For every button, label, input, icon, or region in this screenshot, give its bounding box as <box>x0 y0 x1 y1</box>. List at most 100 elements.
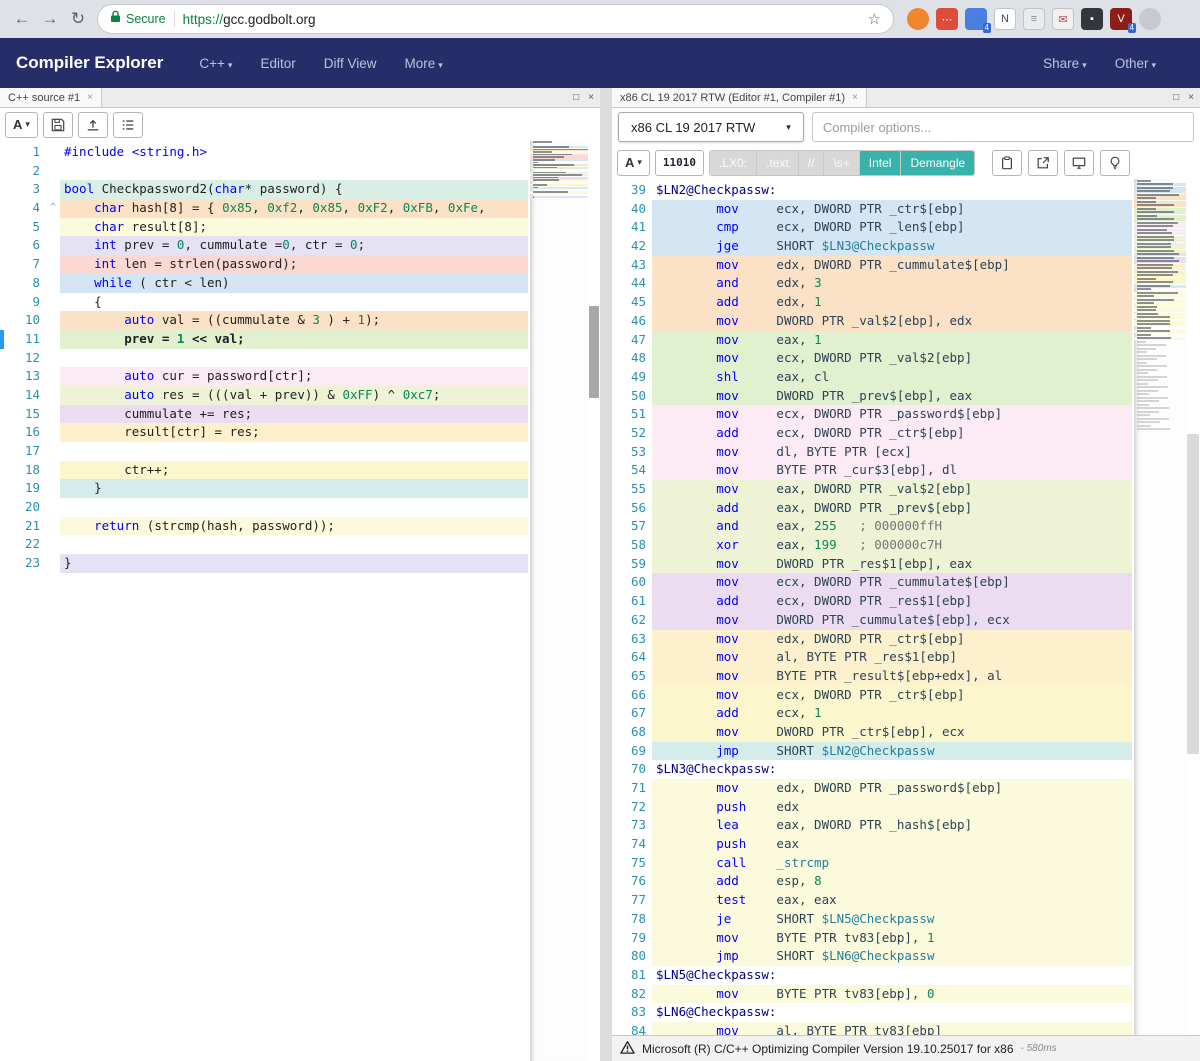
code-line-77[interactable]: 77 test eax, eax <box>612 891 1132 910</box>
extension-icon-6[interactable]: ✉ <box>1052 8 1074 30</box>
code-line-68[interactable]: 68 mov DWORD PTR _ctr$[ebp], ecx <box>612 723 1132 742</box>
filter-whitespace[interactable]: \s+ <box>824 151 859 175</box>
tab-source[interactable]: C++ source #1 × <box>0 88 102 107</box>
source-scrollbar[interactable] <box>588 141 600 1061</box>
extension-icon-3[interactable]: 4 <box>965 8 987 30</box>
font-size-button[interactable]: A▾ <box>617 150 650 176</box>
code-line-22[interactable]: 22 <box>0 535 528 554</box>
asm-scrollbar[interactable] <box>1186 179 1200 1035</box>
code-line-8[interactable]: 8 while ( ctr < len) <box>0 274 528 293</box>
code-line-56[interactable]: 56 add eax, DWORD PTR _prev$[ebp] <box>612 499 1132 518</box>
nav-editor[interactable]: Editor <box>260 56 295 71</box>
extension-icon-7[interactable]: ▪ <box>1081 8 1103 30</box>
output-button[interactable] <box>1064 150 1094 176</box>
back-button[interactable]: ← <box>8 5 36 33</box>
code-line-65[interactable]: 65 mov BYTE PTR _result$[ebp+edx], al <box>612 667 1132 686</box>
code-line-17[interactable]: 17 <box>0 442 528 461</box>
code-line-78[interactable]: 78 je SHORT $LN5@Checkpassw <box>612 910 1132 929</box>
code-line-70[interactable]: 70$LN3@Checkpassw: <box>612 760 1132 779</box>
code-line-54[interactable]: 54 mov BYTE PTR _cur$3[ebp], dl <box>612 461 1132 480</box>
code-line-46[interactable]: 46 mov DWORD PTR _val$2[ebp], edx <box>612 312 1132 331</box>
code-line-21[interactable]: 21 return (strcmp(hash, password)); <box>0 517 528 536</box>
filter-demangle[interactable]: Demangle <box>901 151 974 175</box>
code-line-75[interactable]: 75 call _strcmp <box>612 854 1132 873</box>
code-line-80[interactable]: 80 jmp SHORT $LN6@Checkpassw <box>612 947 1132 966</box>
tips-button[interactable] <box>1100 150 1130 176</box>
code-line-72[interactable]: 72 push edx <box>612 798 1132 817</box>
code-line-7[interactable]: 7 int len = strlen(password); <box>0 255 528 274</box>
code-line-73[interactable]: 73 lea eax, DWORD PTR _hash$[ebp] <box>612 816 1132 835</box>
tab-compiler[interactable]: x86 CL 19 2017 RTW (Editor #1, Compiler … <box>612 88 867 107</box>
code-line-5[interactable]: 5 char result[8]; <box>0 218 528 237</box>
code-line-63[interactable]: 63 mov edx, DWORD PTR _ctr$[ebp] <box>612 630 1132 649</box>
pane-splitter[interactable] <box>600 88 612 1061</box>
nav-share-menu[interactable]: Share▾ <box>1043 56 1087 71</box>
code-line-40[interactable]: 40 mov ecx, DWORD PTR _ctr$[ebp] <box>612 200 1132 219</box>
save-button[interactable] <box>43 112 73 138</box>
code-line-19[interactable]: 19 } <box>0 479 528 498</box>
clipboard-button[interactable] <box>992 150 1022 176</box>
code-line-42[interactable]: 42 jge SHORT $LN3@Checkpassw <box>612 237 1132 256</box>
compiler-options-input[interactable] <box>812 112 1194 142</box>
font-size-button[interactable]: A▾ <box>5 112 38 138</box>
code-line-64[interactable]: 64 mov al, BYTE PTR _res$1[ebp] <box>612 648 1132 667</box>
nav-diff-view[interactable]: Diff View <box>324 56 377 71</box>
source-minimap[interactable] <box>530 141 588 1061</box>
extension-icon-1[interactable] <box>907 8 929 30</box>
code-line-18[interactable]: 18 ctr++; <box>0 461 528 480</box>
code-line-50[interactable]: 50 mov DWORD PTR _prev$[ebp], eax <box>612 387 1132 406</box>
compiler-select[interactable]: x86 CL 19 2017 RTW ▾ <box>618 112 804 142</box>
extension-icon-9[interactable] <box>1139 8 1161 30</box>
code-line-62[interactable]: 62 mov DWORD PTR _cummulate$[ebp], ecx <box>612 611 1132 630</box>
code-line-41[interactable]: 41 cmp ecx, DWORD PTR _len$[ebp] <box>612 218 1132 237</box>
code-line-55[interactable]: 55 mov eax, DWORD PTR _val$2[ebp] <box>612 480 1132 499</box>
bookmark-star-icon[interactable]: ☆ <box>868 10 881 28</box>
extension-icon-4[interactable]: N <box>994 8 1016 30</box>
code-line-2[interactable]: 2 <box>0 162 528 181</box>
code-line-82[interactable]: 82 mov BYTE PTR tv83[ebp], 0 <box>612 985 1132 1004</box>
code-line-84[interactable]: 84 mov al, BYTE PTR tv83[ebp] <box>612 1022 1132 1035</box>
code-line-59[interactable]: 59 mov DWORD PTR _res$1[ebp], eax <box>612 555 1132 574</box>
code-line-67[interactable]: 67 add ecx, 1 <box>612 704 1132 723</box>
code-line-81[interactable]: 81$LN5@Checkpassw: <box>612 966 1132 985</box>
code-line-49[interactable]: 49 shl eax, cl <box>612 368 1132 387</box>
code-line-39[interactable]: 39$LN2@Checkpassw: <box>612 181 1132 200</box>
tab-close-icon[interactable]: × <box>87 92 93 103</box>
filter-unused-labels[interactable]: .LX0: <box>710 151 757 175</box>
upload-button[interactable] <box>78 112 108 138</box>
code-line-20[interactable]: 20 <box>0 498 528 517</box>
code-line-23[interactable]: 23} <box>0 554 528 573</box>
reload-button[interactable]: ↻ <box>64 5 92 33</box>
filter-intel-syntax[interactable]: Intel <box>860 151 902 175</box>
code-line-14[interactable]: 14 auto res = (((val + prev)) & 0xFF) ^ … <box>0 386 528 405</box>
nav-other-menu[interactable]: Other▾ <box>1115 56 1156 71</box>
nav-language-menu[interactable]: C++▾ <box>199 56 232 71</box>
code-line-43[interactable]: 43 mov edx, DWORD PTR _cummulate$[ebp] <box>612 256 1132 275</box>
extension-icon-8[interactable]: V4 <box>1110 8 1132 30</box>
close-icon[interactable]: × <box>588 92 594 103</box>
code-line-61[interactable]: 61 add ecx, DWORD PTR _res$1[ebp] <box>612 592 1132 611</box>
filter-directives[interactable]: .text <box>757 151 799 175</box>
binary-filter-button[interactable]: 11010 <box>655 150 704 176</box>
code-line-11[interactable]: 11 prev = 1 << val; <box>0 330 528 349</box>
scrollbar-thumb[interactable] <box>589 306 599 398</box>
source-editor[interactable]: 1#include <string.h>23bool Checkpassword… <box>0 141 600 1061</box>
code-line-57[interactable]: 57 and eax, 255 ; 000000ffH <box>612 517 1132 536</box>
code-line-71[interactable]: 71 mov edx, DWORD PTR _password$[ebp] <box>612 779 1132 798</box>
code-line-52[interactable]: 52 add ecx, DWORD PTR _ctr$[ebp] <box>612 424 1132 443</box>
code-line-10[interactable]: 10 auto val = ((cummulate & 3 ) + 1); <box>0 311 528 330</box>
list-button[interactable] <box>113 112 143 138</box>
code-line-79[interactable]: 79 mov BYTE PTR tv83[ebp], 1 <box>612 929 1132 948</box>
asm-minimap[interactable] <box>1134 179 1186 1035</box>
maximize-icon[interactable]: □ <box>1173 92 1179 103</box>
code-line-16[interactable]: 16 result[ctr] = res; <box>0 423 528 442</box>
extension-icon-5[interactable]: ≡ <box>1023 8 1045 30</box>
code-line-47[interactable]: 47 mov eax, 1 <box>612 331 1132 350</box>
maximize-icon[interactable]: □ <box>573 92 579 103</box>
code-line-76[interactable]: 76 add esp, 8 <box>612 872 1132 891</box>
code-line-66[interactable]: 66 mov ecx, DWORD PTR _ctr$[ebp] <box>612 686 1132 705</box>
code-line-51[interactable]: 51 mov ecx, DWORD PTR _password$[ebp] <box>612 405 1132 424</box>
tab-close-icon[interactable]: × <box>852 92 858 103</box>
code-line-48[interactable]: 48 mov ecx, DWORD PTR _val$2[ebp] <box>612 349 1132 368</box>
code-line-13[interactable]: 13 auto cur = password[ctr]; <box>0 367 528 386</box>
